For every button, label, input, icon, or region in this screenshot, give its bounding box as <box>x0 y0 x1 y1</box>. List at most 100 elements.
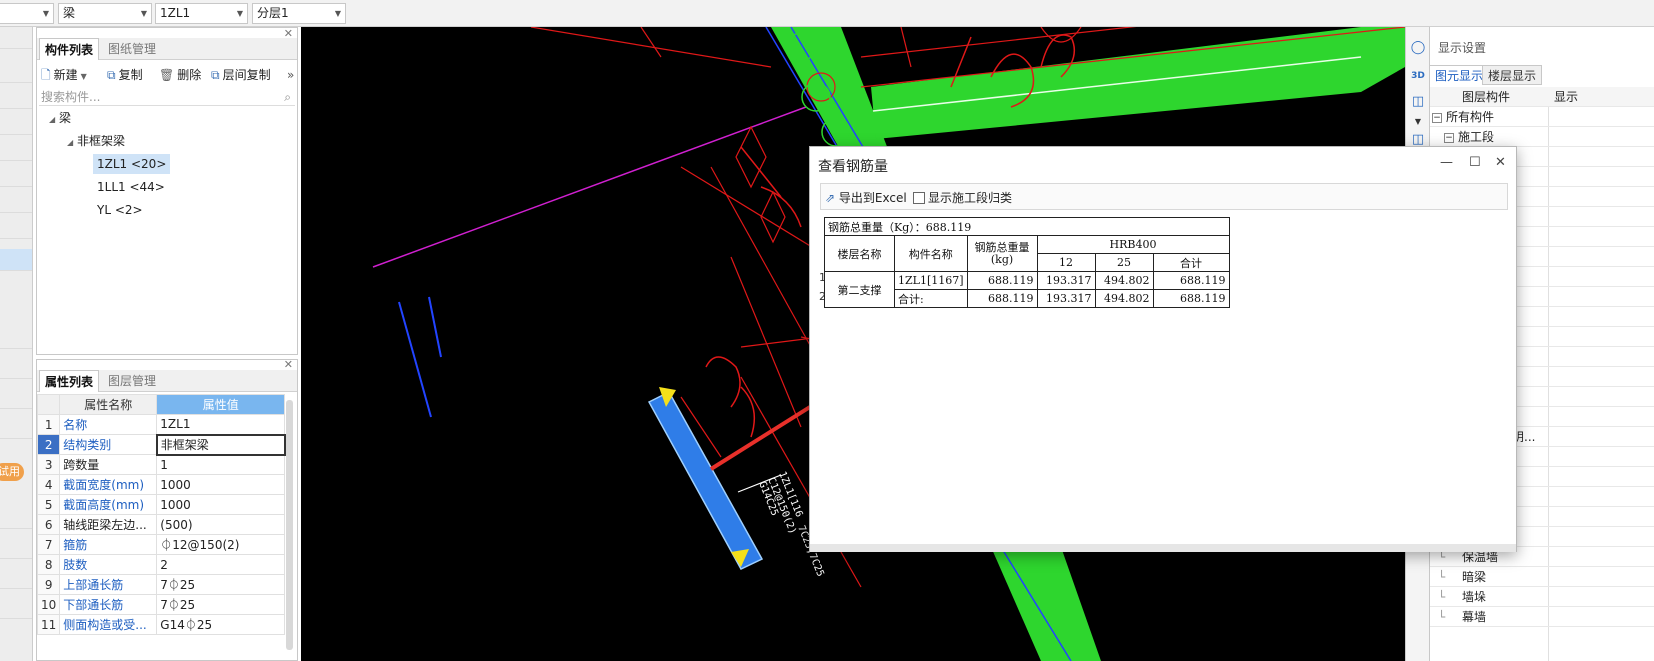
trial-badge[interactable]: 试用 <box>0 463 24 481</box>
delete-button[interactable]: 🗑 删除 <box>159 66 201 84</box>
scrollbar[interactable] <box>286 400 293 650</box>
layer-row-hidden-beam[interactable]: └ 暗梁 <box>1430 567 1654 587</box>
property-value[interactable]: 7⏀25 <box>156 594 286 615</box>
property-row[interactable]: 3 跨数量 1 <box>37 454 286 475</box>
nav-button[interactable] <box>0 537 32 559</box>
nav-button[interactable] <box>0 597 32 619</box>
property-value-editor[interactable]: 非框架梁 <box>155 433 286 456</box>
nav-button[interactable] <box>0 113 32 135</box>
header-grade: HRB400 <box>1036 235 1230 254</box>
layer-row-wall-pier[interactable]: └ 墙垛 <box>1430 587 1654 607</box>
header-component-name: 构件名称 <box>894 235 968 272</box>
nav-button[interactable] <box>0 327 32 349</box>
property-row[interactable]: 10 下部通长筋 7⏀25 <box>37 594 286 615</box>
tree-item-1zl1[interactable]: 1ZL1 <20> <box>93 154 171 174</box>
expand-caret-icon: ◢ <box>67 138 74 147</box>
tab-floor-display[interactable]: 楼层显示 <box>1482 65 1543 85</box>
property-name: 上部通长筋 <box>59 574 158 595</box>
component-name-dropdown[interactable]: 1ZL1 ▼ <box>155 3 248 24</box>
property-row[interactable]: 9 上部通长筋 7⏀25 <box>37 574 286 595</box>
3d-view-icon[interactable]: 3D <box>1409 67 1427 85</box>
chevron-down-icon: ▼ <box>236 9 243 18</box>
tab-drawing-management[interactable]: 图纸管理 <box>103 38 161 60</box>
floor-copy-button[interactable]: ⧉ 层间复制 <box>211 66 271 84</box>
selected-beam <box>647 391 764 570</box>
nav-button[interactable] <box>0 165 32 187</box>
export-excel-button[interactable]: ⇗ 导出到Excel <box>825 189 907 206</box>
property-row[interactable]: 11 侧面构造或受... G14⏀25 <box>37 614 286 635</box>
property-name: 箍筋 <box>59 534 158 555</box>
property-name: 截面高度(mm) <box>59 494 158 515</box>
nav-button[interactable] <box>0 61 32 83</box>
nav-button[interactable] <box>0 567 32 589</box>
property-value[interactable]: G14⏀25 <box>156 614 286 635</box>
collapse-icon[interactable]: − <box>1444 132 1454 143</box>
property-row[interactable]: 1 名称 1ZL1 <box>37 414 286 435</box>
floor-dropdown[interactable]: ▼ <box>0 3 54 24</box>
nav-button-selected[interactable] <box>0 249 32 271</box>
checkbox-icon[interactable] <box>913 192 925 204</box>
nav-button[interactable] <box>0 217 32 239</box>
cube-view-icon[interactable]: ◫ <box>1409 93 1427 111</box>
rebar-quantity-dialog: 查看钢筋量 — ☐ ✕ ⇗ 导出到Excel 显示施工段归类 1 2 钢筋总重量… <box>809 146 1517 552</box>
nav-button[interactable] <box>0 27 32 49</box>
property-value[interactable]: 2 <box>156 554 286 575</box>
property-name: 结构类别 <box>59 434 158 455</box>
new-button[interactable]: 🗋 新建 ▼ <box>41 66 87 84</box>
property-row[interactable]: 5 截面高度(mm) 1000 <box>37 494 286 515</box>
nav-button[interactable] <box>0 357 32 379</box>
nav-button[interactable] <box>0 139 32 161</box>
tree-item-1ll1[interactable]: 1LL1 <44> <box>97 177 165 197</box>
more-icon[interactable]: » <box>287 66 294 84</box>
property-row[interactable]: 6 轴线距梁左边... (500) <box>37 514 286 535</box>
property-row[interactable]: 7 箍筋 ⏀12@150(2) <box>37 534 286 555</box>
layer-row-stage[interactable]: − 施工段 <box>1430 127 1654 147</box>
property-value[interactable]: (500) <box>156 514 286 535</box>
report-row[interactable]: 第二支撑 1ZL1[1167] 688.119 193.317 494.802 … <box>824 271 1230 308</box>
tab-property-list[interactable]: 属性列表 <box>39 370 100 392</box>
nav-button[interactable] <box>0 417 32 439</box>
show-stage-checkbox[interactable]: 显示施工段归类 <box>913 189 1012 206</box>
property-value[interactable]: 1000 <box>156 474 286 495</box>
property-row-selected[interactable]: 2 结构类别 非框架梁 <box>37 433 286 456</box>
close-icon[interactable]: ✕ <box>1495 155 1506 170</box>
layer-row-curtain-wall[interactable]: └ 幕墙 <box>1430 607 1654 627</box>
tree-item-yl[interactable]: YL <2> <box>97 200 143 220</box>
property-row[interactable]: 8 肢数 2 <box>37 554 286 575</box>
property-value[interactable]: 1000 <box>156 494 286 515</box>
nav-button[interactable] <box>0 507 32 529</box>
layer-row-all[interactable]: − 所有构件 <box>1430 107 1654 127</box>
tree-node-non-frame-beam[interactable]: ◢ 非框架梁 <box>67 131 125 151</box>
property-value[interactable]: 7⏀25 <box>156 574 286 595</box>
d12-cell: 193.317 <box>1036 289 1096 308</box>
orbit-icon[interactable]: ◯ <box>1409 39 1427 57</box>
maximize-icon[interactable]: ☐ <box>1469 155 1481 170</box>
nav-button[interactable] <box>0 87 32 109</box>
d25-cell: 494.802 <box>1094 289 1154 308</box>
property-name: 截面宽度(mm) <box>59 474 158 495</box>
search-icon: ⌕ <box>284 90 291 104</box>
nav-button[interactable] <box>0 191 32 213</box>
layer-label: 暗梁 <box>1462 570 1487 584</box>
tab-component-list[interactable]: 构件列表 <box>39 38 100 60</box>
layer-dropdown[interactable]: 分层1 ▼ <box>252 3 346 24</box>
chevron-down-icon[interactable]: ▼ <box>1409 113 1427 131</box>
copy-button[interactable]: ⧉ 复制 <box>107 66 143 84</box>
property-value[interactable]: ⏀12@150(2) <box>156 534 286 555</box>
nav-button[interactable] <box>0 387 32 409</box>
tree-node-beam[interactable]: ◢ 梁 <box>49 108 71 128</box>
minimize-icon[interactable]: — <box>1440 155 1453 170</box>
header-floor-name: 楼层名称 <box>824 235 895 272</box>
layer-label: 墙垛 <box>1462 590 1487 604</box>
tab-layer-management[interactable]: 图层管理 <box>103 370 161 392</box>
property-row[interactable]: 4 截面宽度(mm) 1000 <box>37 474 286 495</box>
component-type-value: 梁 <box>63 6 76 20</box>
component-type-dropdown[interactable]: 梁 ▼ <box>58 3 152 24</box>
tab-element-display[interactable]: 图元显示 <box>1429 65 1490 85</box>
row-number: 7 <box>37 534 61 555</box>
property-value[interactable]: 1 <box>156 454 286 475</box>
collapse-icon[interactable]: − <box>1432 112 1442 123</box>
property-name: 下部通长筋 <box>59 594 158 615</box>
property-value[interactable]: 1ZL1 <box>156 414 286 435</box>
component-search-input[interactable]: 搜索构件... ⌕ <box>39 88 295 106</box>
